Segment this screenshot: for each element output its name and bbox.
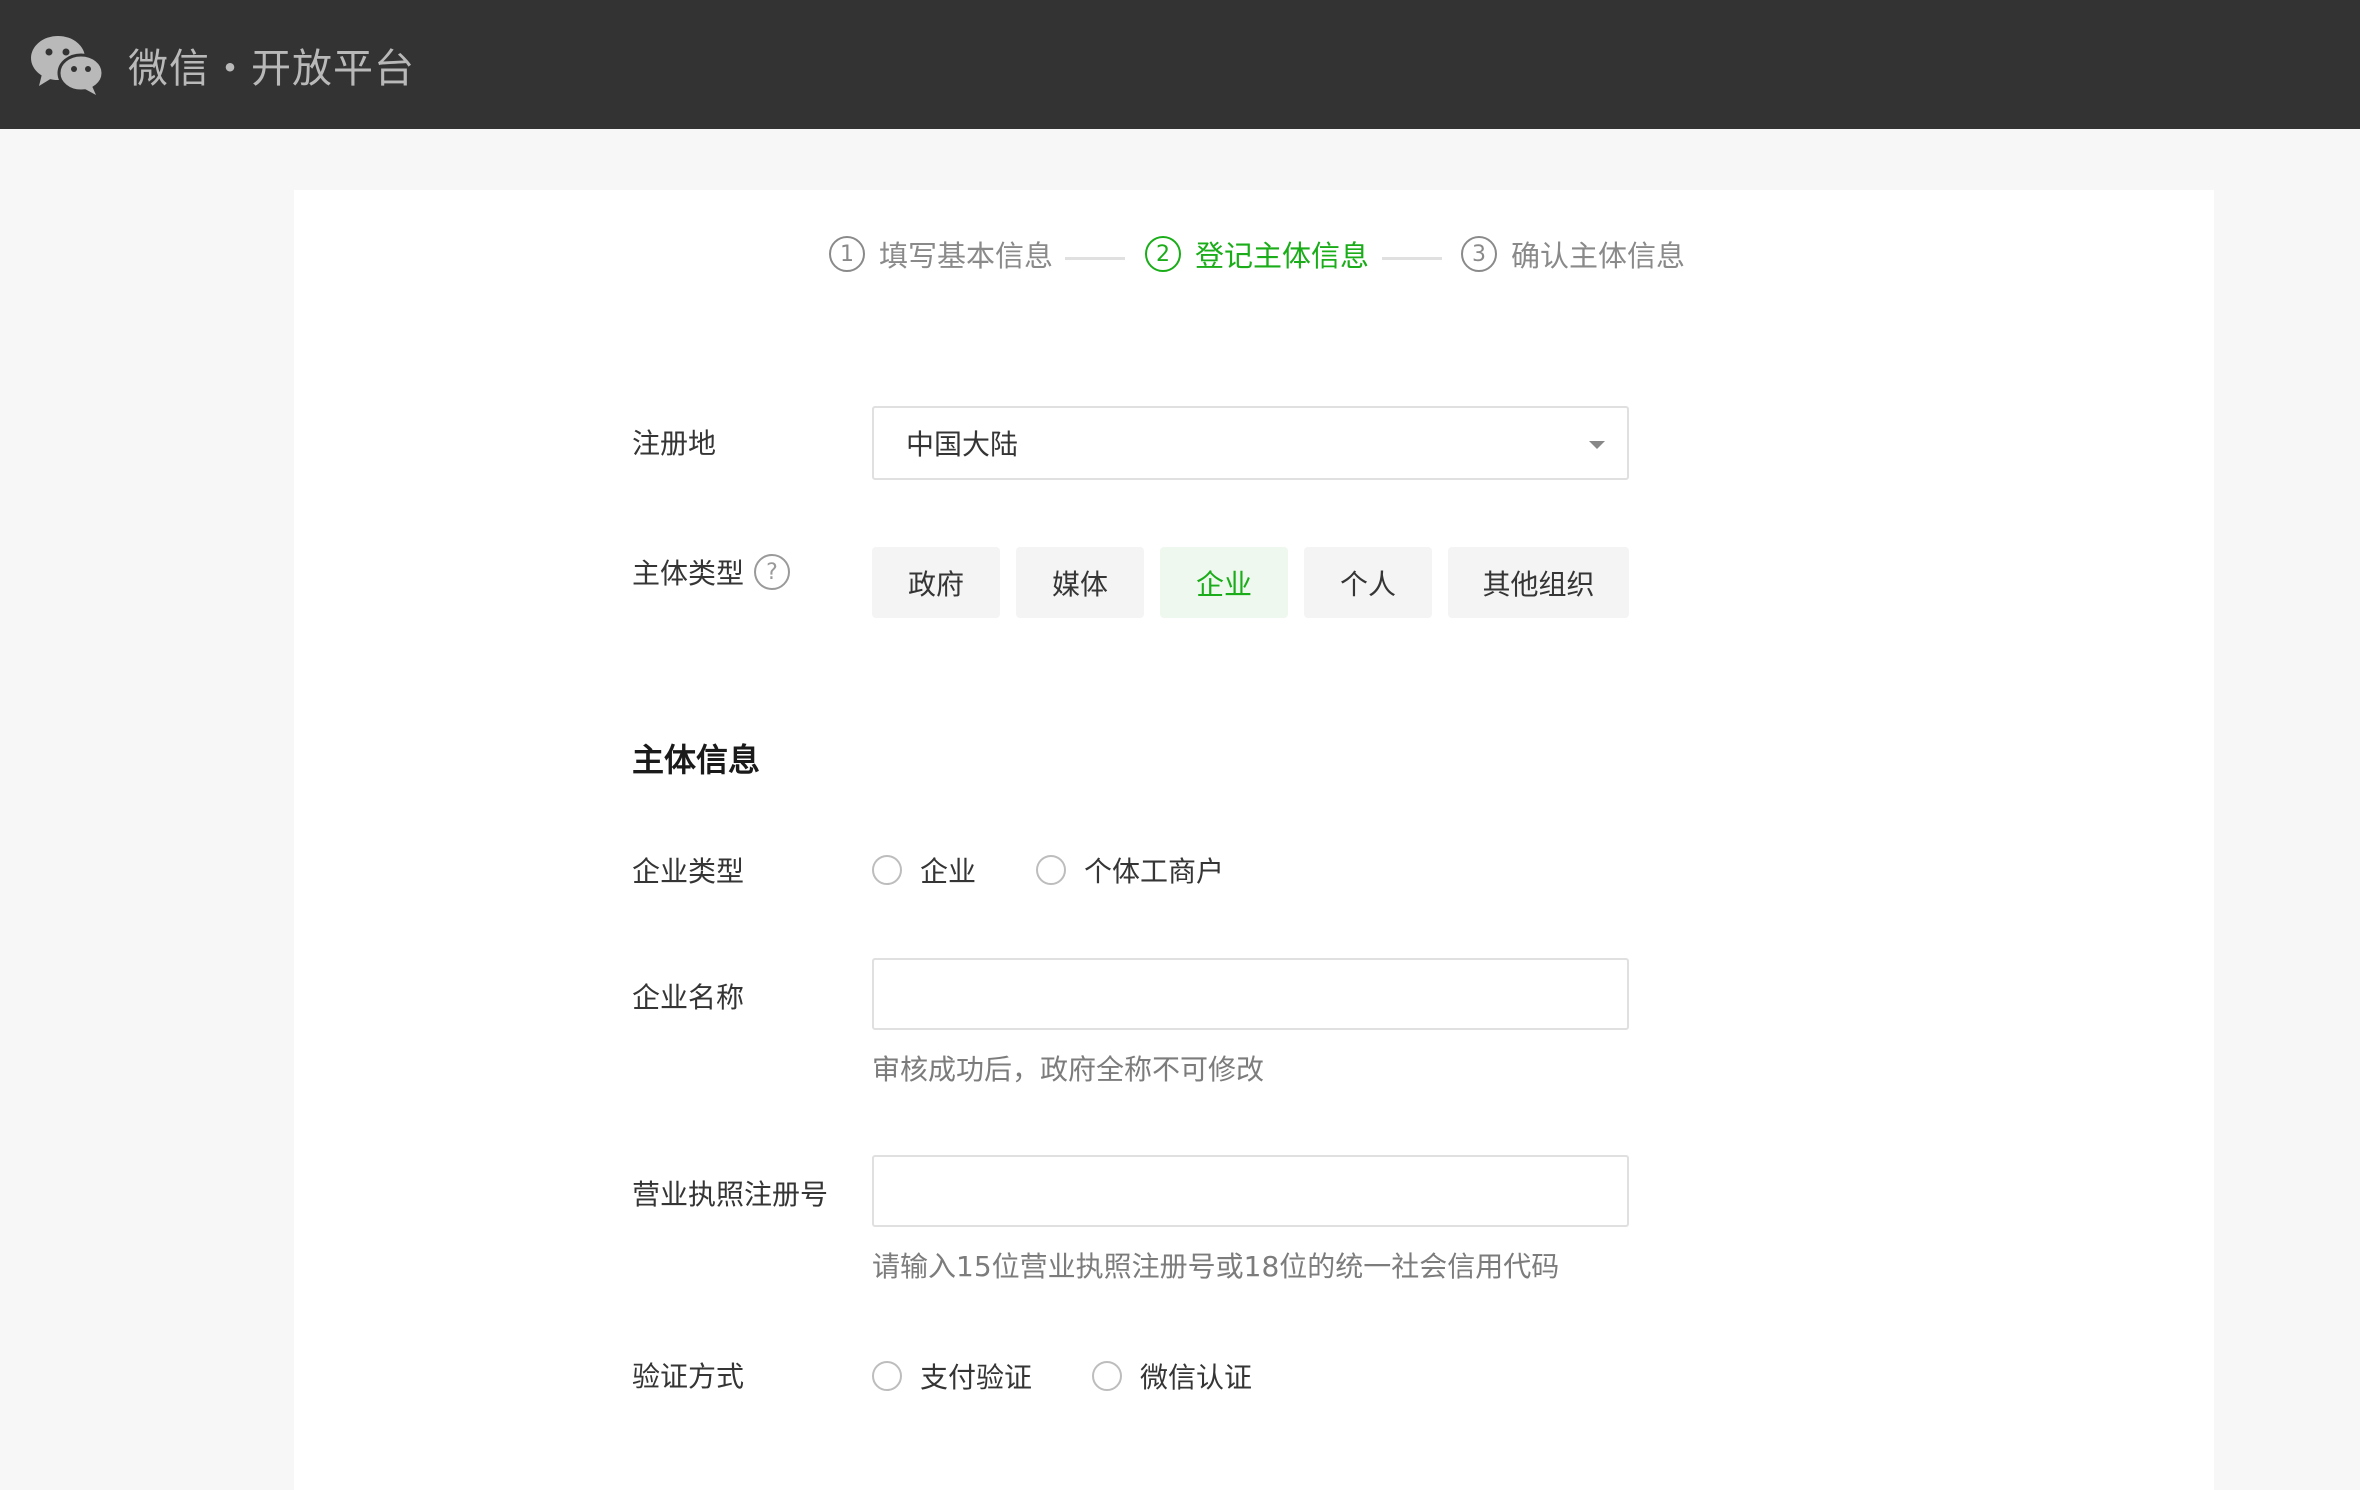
entity-type-option-media[interactable]: 媒体 <box>1016 547 1144 618</box>
entity-type-option-individual[interactable]: 个人 <box>1304 547 1432 618</box>
radio-circle-icon[interactable] <box>1092 1361 1123 1391</box>
verification-radio-group: 支付验证 微信认证 <box>872 1356 1252 1396</box>
progress-steps: 1 填写基本信息 2 登记主体信息 3 确认主体信息 <box>294 190 2214 322</box>
radio-circle-icon[interactable] <box>872 1361 902 1391</box>
verification-radio-payment[interactable]: 支付验证 <box>872 1356 1032 1396</box>
region-selected-value: 中国大陆 <box>906 428 1019 461</box>
top-navigation-bar: 微信・开放平台 <box>0 0 2360 129</box>
radio-label: 个体工商户 <box>1084 855 1225 888</box>
region-label: 注册地 <box>632 427 717 460</box>
step-2-number: 2 <box>1145 236 1181 272</box>
registration-card: 1 填写基本信息 2 登记主体信息 3 确认主体信息 注册地 中国大陆 主体类型… <box>294 190 2214 1490</box>
radio-label: 微信认证 <box>1140 1361 1253 1394</box>
step-connector <box>1065 257 1125 260</box>
company-type-radio-enterprise[interactable]: 企业 <box>872 850 976 890</box>
step-1-number: 1 <box>829 236 865 272</box>
company-type-radio-sole-proprietor[interactable]: 个体工商户 <box>1036 850 1224 890</box>
radio-label: 企业 <box>920 855 977 888</box>
step-2: 2 登记主体信息 <box>1145 233 1369 275</box>
entity-type-option-enterprise[interactable]: 企业 <box>1160 547 1288 618</box>
license-number-hint: 请输入15位营业执照注册号或18位的统一社会信用代码 <box>872 1250 1560 1283</box>
radio-label: 支付验证 <box>920 1361 1033 1394</box>
entity-type-label-text: 主体类型 <box>632 557 745 590</box>
step-3-label: 确认主体信息 <box>1511 239 1686 273</box>
region-select[interactable]: 中国大陆 <box>872 406 1629 480</box>
verification-radio-wechat-cert[interactable]: 微信认证 <box>1092 1356 1252 1396</box>
license-number-input[interactable] <box>872 1155 1629 1227</box>
company-name-hint: 审核成功后，政府全称不可修改 <box>872 1053 1265 1086</box>
company-name-label: 企业名称 <box>632 981 745 1014</box>
step-2-label: 登记主体信息 <box>1195 239 1370 273</box>
step-3: 3 确认主体信息 <box>1461 233 1685 275</box>
question-mark-icon[interactable]: ? <box>754 554 791 590</box>
entity-type-label: 主体类型 ? <box>632 552 791 592</box>
brand[interactable]: 微信・开放平台 <box>30 0 415 129</box>
company-type-radio-group: 企业 个体工商户 <box>872 850 1224 890</box>
chevron-down-icon <box>1589 441 1605 449</box>
verification-label: 验证方式 <box>632 1360 745 1393</box>
entity-type-option-government[interactable]: 政府 <box>872 547 1000 618</box>
wechat-logo-icon <box>31 35 104 95</box>
step-1-label: 填写基本信息 <box>879 239 1054 273</box>
step-connector <box>1382 257 1442 260</box>
license-number-label: 营业执照注册号 <box>632 1178 829 1211</box>
section-title: 主体信息 <box>632 741 761 779</box>
entity-type-option-other-org[interactable]: 其他组织 <box>1448 547 1629 618</box>
company-type-label: 企业类型 <box>632 855 745 888</box>
step-3-number: 3 <box>1461 236 1497 272</box>
radio-circle-icon[interactable] <box>1036 855 1067 885</box>
radio-circle-icon[interactable] <box>872 855 902 885</box>
company-name-input[interactable] <box>872 958 1629 1030</box>
brand-title: 微信・开放平台 <box>128 45 415 92</box>
step-1: 1 填写基本信息 <box>829 233 1053 275</box>
